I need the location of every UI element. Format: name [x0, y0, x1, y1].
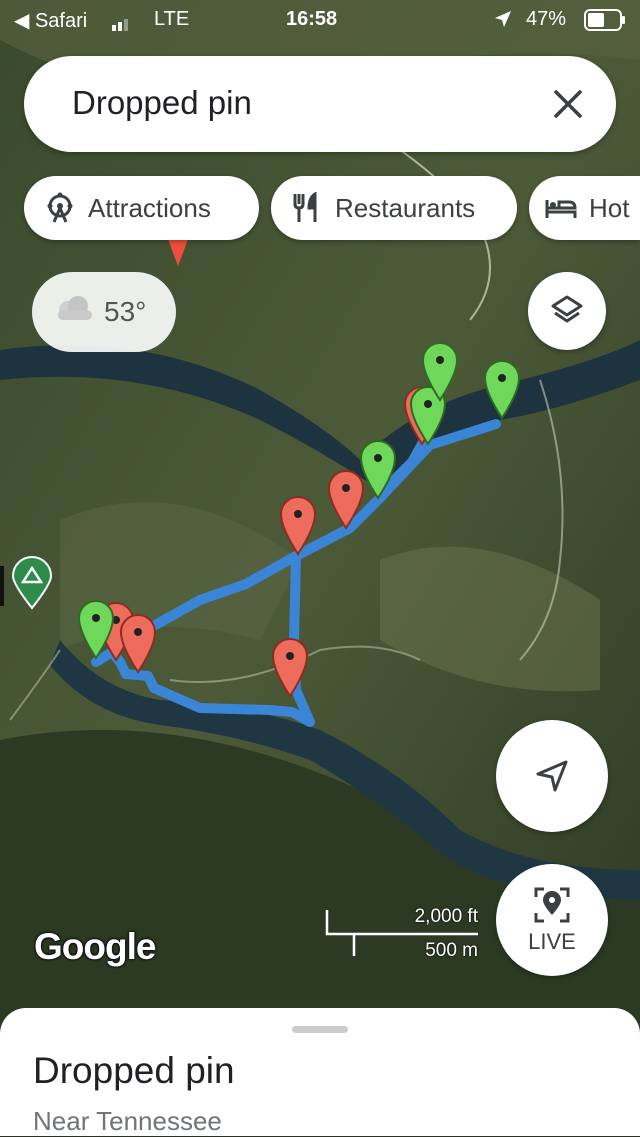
layers-icon — [551, 295, 583, 323]
search-input[interactable]: Dropped pin — [72, 84, 252, 122]
chip-label: Attractions — [88, 192, 211, 223]
chip-label: Restaurants — [335, 192, 476, 223]
cloudy-icon — [52, 294, 96, 331]
my-location-button[interactable] — [496, 720, 608, 832]
close-icon[interactable] — [548, 84, 588, 124]
search-bar[interactable]: Dropped pin — [24, 56, 616, 152]
ferris-wheel-icon — [44, 192, 76, 224]
live-label: LIVE — [528, 929, 576, 954]
scale-bar: 2,000 ft 500 m — [324, 904, 480, 966]
chip-restaurants[interactable]: Restaurants — [271, 176, 517, 240]
clock: 16:58 — [286, 8, 338, 30]
network-type: LTE — [154, 8, 190, 30]
place-subtitle: Near Tennessee — [33, 1106, 222, 1136]
fork-knife-icon — [291, 191, 323, 224]
back-to-safari-link[interactable]: ◀ Safari — [14, 8, 87, 33]
temperature: 53° — [104, 296, 147, 327]
navigation-arrow-icon — [536, 760, 568, 792]
chip-hotels[interactable]: Hot — [529, 176, 640, 240]
place-sheet[interactable]: Dropped pin Near Tennessee — [0, 1008, 640, 1136]
chip-label: Hot — [589, 192, 630, 223]
place-title: Dropped pin — [33, 1050, 235, 1091]
chip-attractions[interactable]: Attractions — [24, 176, 259, 240]
layers-button[interactable] — [528, 272, 606, 350]
battery-percent: 47% — [526, 8, 567, 30]
live-view-icon — [534, 887, 570, 923]
google-logo: Google — [34, 926, 156, 967]
weather-chip[interactable]: 53° — [32, 272, 176, 352]
drag-handle[interactable] — [292, 1026, 348, 1033]
cellular-signal-icon — [112, 14, 128, 37]
bed-icon — [545, 192, 577, 224]
status-bar: ◀ Safari LTE 16:58 47% — [0, 0, 640, 40]
location-arrow-icon — [494, 10, 512, 34]
live-view-button[interactable]: LIVE — [496, 864, 608, 976]
battery-icon — [584, 9, 626, 37]
scale-metric: 500 m — [425, 940, 478, 961]
scale-imperial: 2,000 ft — [414, 906, 478, 927]
